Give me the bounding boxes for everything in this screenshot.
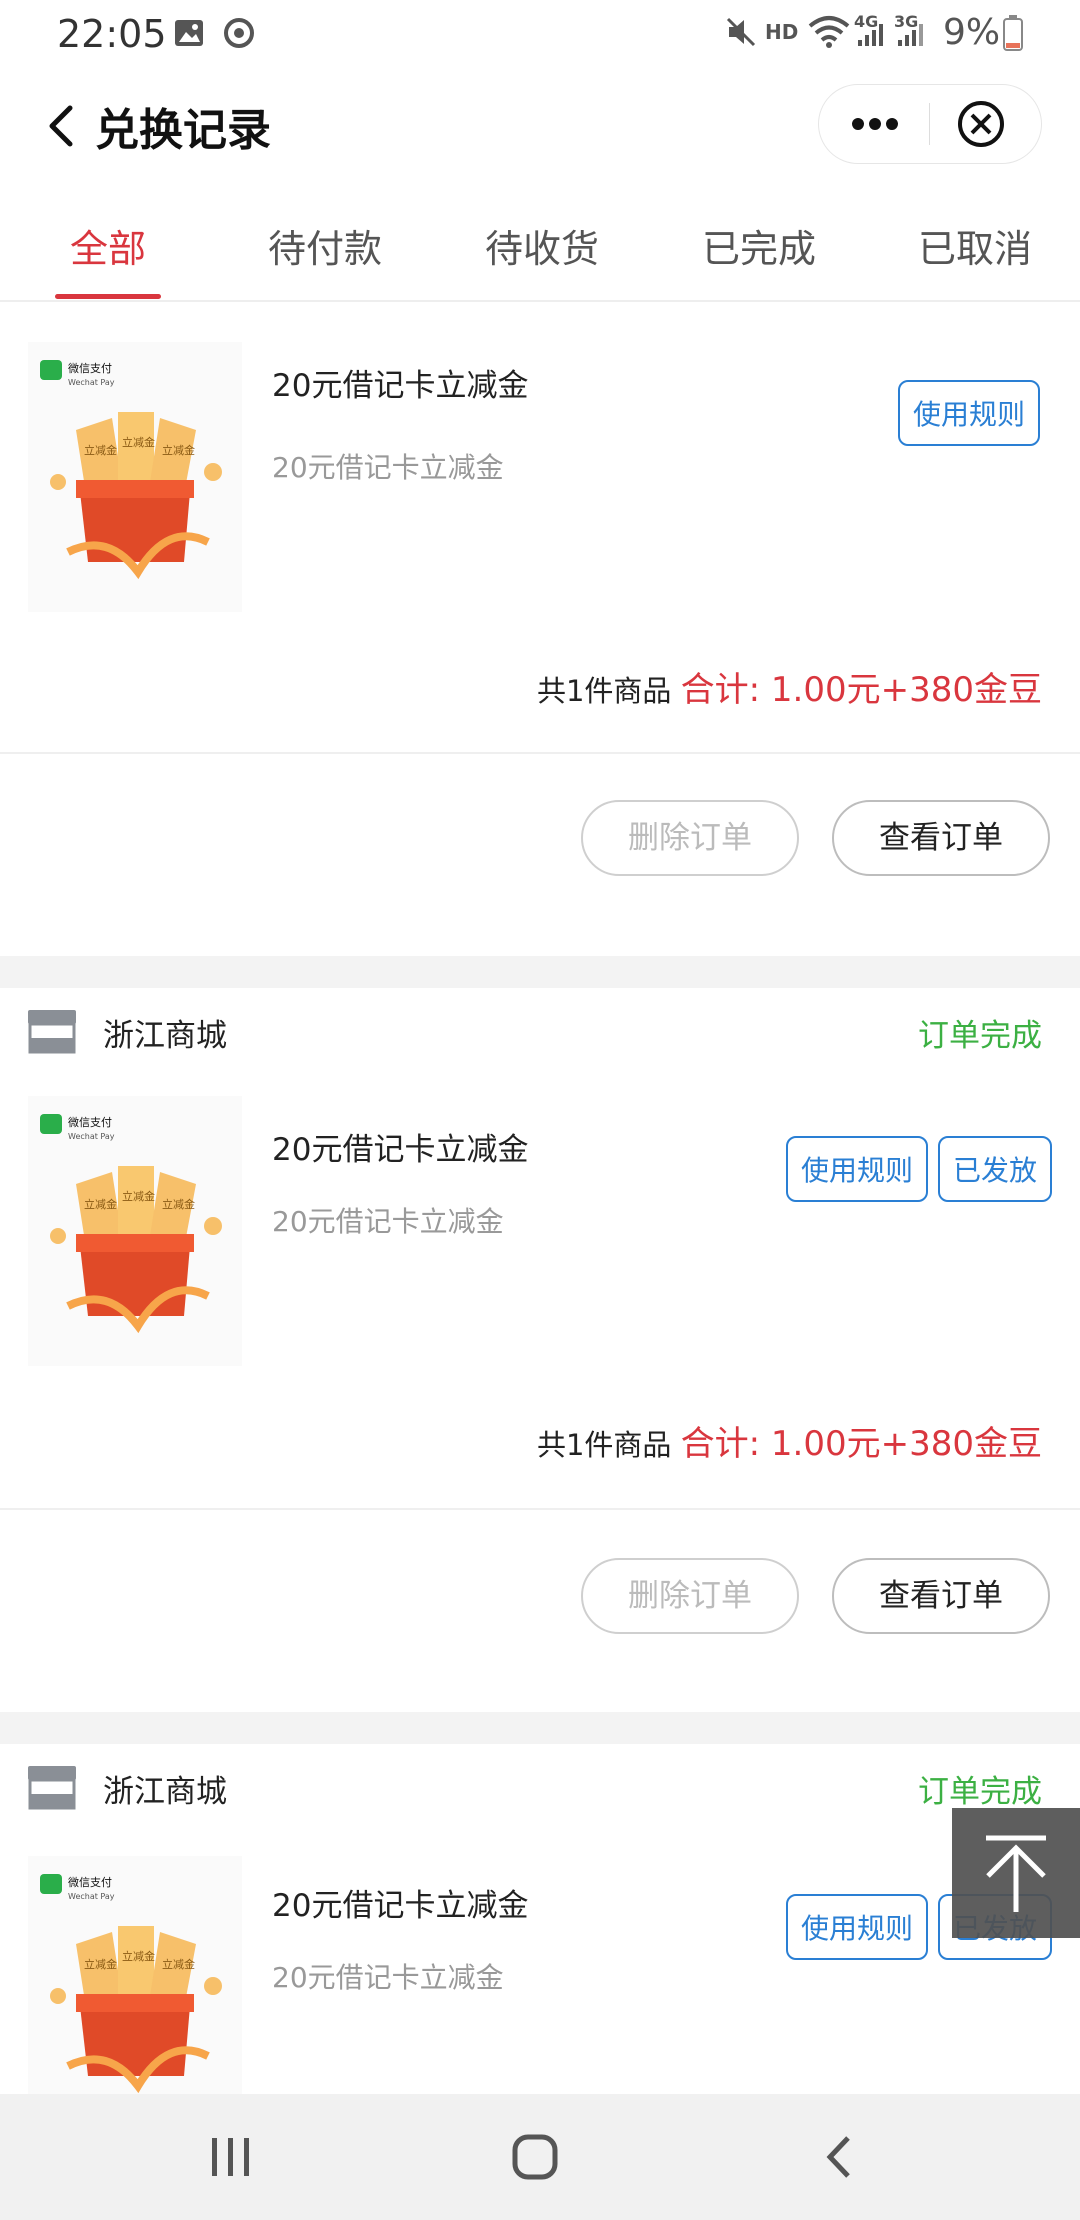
status-bar: 22:05 HD 4G 3G 9% (0, 0, 1080, 66)
store-icon (28, 1766, 76, 1810)
hd-label: HD (765, 20, 799, 44)
product-thumbnail[interactable]: 微信支付 Wechat Pay 立减金 立减金 立减金 (28, 342, 242, 612)
svg-text:微信支付: 微信支付 (68, 1875, 112, 1889)
svg-text:立减金: 立减金 (84, 443, 117, 457)
svg-text:Wechat Pay: Wechat Pay (68, 378, 115, 387)
tab-all[interactable]: 全部 (70, 218, 146, 273)
store-name: 浙江商城 (103, 1774, 227, 1810)
gift-box-image: 微信支付 Wechat Pay 立减金 立减金 立减金 (40, 1114, 222, 1334)
home-icon[interactable] (510, 2132, 560, 2182)
product-subtitle: 20元借记卡立减金 (272, 1961, 504, 1994)
svg-text:立减金: 立减金 (122, 435, 155, 449)
view-order-button[interactable]: 查看订单 (832, 1558, 1050, 1634)
product-subtitle: 20元借记卡立减金 (272, 1205, 504, 1238)
usage-rules-button[interactable]: 使用规则 (786, 1136, 928, 1202)
order-status: 订单完成 (918, 1018, 1042, 1054)
recent-apps-icon[interactable] (208, 2134, 254, 2180)
close-button[interactable] (930, 85, 1040, 163)
product-thumbnail[interactable]: 微信支付 Wechat Pay 立减金 立减金 立减金 (28, 1096, 242, 1366)
order-summary: 共1件商品 合计: 1.00元+380金豆 (537, 1416, 1042, 1465)
svg-text:微信支付: 微信支付 (68, 361, 112, 375)
svg-text:立减金: 立减金 (122, 1189, 155, 1203)
product-name: 20元借记卡立减金 (272, 368, 529, 404)
order-card: 微信支付 Wechat Pay 立减金 立减金 立减金 20元借记卡立减金 20… (0, 302, 1080, 956)
svg-text:立减金: 立减金 (162, 443, 195, 457)
delete-order-button[interactable]: 删除订单 (581, 800, 799, 876)
order-total: 合计: 1.00元+380金豆 (680, 670, 1042, 710)
svg-text:立减金: 立减金 (122, 1949, 155, 1963)
item-count: 共1件商品 (536, 1428, 672, 1462)
image-icon (175, 20, 203, 46)
back-icon[interactable] (820, 2132, 860, 2182)
svg-text:立减金: 立减金 (162, 1197, 195, 1211)
svg-text:立减金: 立减金 (84, 1957, 117, 1971)
tab-completed[interactable]: 已完成 (702, 218, 816, 273)
sync-icon (224, 18, 254, 48)
tab-pending-payment[interactable]: 待付款 (268, 218, 382, 273)
page-title: 兑换记录 (95, 105, 271, 156)
gift-box-image: 微信支付 Wechat Pay 立减金 立减金 立减金 (40, 1874, 222, 2094)
signal-icon-2 (898, 24, 923, 46)
order-status: 订单完成 (918, 1774, 1042, 1810)
view-order-button[interactable]: 查看订单 (832, 800, 1050, 876)
chevron-left-icon[interactable] (40, 96, 90, 156)
tab-pending-receipt[interactable]: 待收货 (485, 218, 599, 273)
order-card: 浙江商城 订单完成 微信支付 Wechat Pay 立减金 立减金 立减金 20… (0, 1744, 1080, 2126)
more-button[interactable] (819, 85, 929, 163)
active-tab-indicator (55, 294, 161, 299)
issued-button[interactable]: 已发放 (938, 1136, 1052, 1202)
arrow-up-to-top-icon (986, 1835, 1046, 1912)
store-name: 浙江商城 (103, 1018, 227, 1054)
svg-text:立减金: 立减金 (84, 1197, 117, 1211)
divider (0, 1508, 1080, 1510)
close-circle-icon (958, 101, 1004, 147)
svg-text:Wechat Pay: Wechat Pay (68, 1892, 115, 1901)
status-time: 22:05 (57, 12, 167, 56)
system-nav-bar (0, 2094, 1080, 2220)
order-tabs: 全部 待付款 待收货 已完成 已取消 (0, 190, 1080, 302)
usage-rules-button[interactable]: 使用规则 (786, 1894, 928, 1960)
delete-order-button[interactable]: 删除订单 (581, 1558, 799, 1634)
card-separator (0, 956, 1080, 988)
usage-rules-button[interactable]: 使用规则 (898, 380, 1040, 446)
mini-program-capsule (818, 84, 1042, 164)
battery-icon (1003, 15, 1023, 51)
nav-header: 兑换记录 (0, 66, 1080, 186)
svg-text:立减金: 立减金 (162, 1957, 195, 1971)
order-total: 合计: 1.00元+380金豆 (680, 1424, 1042, 1464)
wifi-icon (808, 16, 850, 48)
gift-box-image: 微信支付 Wechat Pay 立减金 立减金 立减金 (40, 360, 222, 580)
order-card: 浙江商城 订单完成 微信支付 Wechat Pay 立减金 立减金 立减金 20… (0, 988, 1080, 1712)
divider (0, 752, 1080, 754)
tab-cancelled[interactable]: 已取消 (918, 218, 1032, 273)
battery-percent: 9% (943, 12, 1001, 53)
order-summary: 共1件商品 合计: 1.00元+380金豆 (537, 662, 1042, 711)
mute-icon (726, 17, 756, 47)
more-dots-icon (852, 118, 898, 130)
svg-text:微信支付: 微信支付 (68, 1115, 112, 1129)
product-name: 20元借记卡立减金 (272, 1888, 529, 1924)
store-icon (28, 1010, 76, 1054)
product-subtitle: 20元借记卡立减金 (272, 451, 504, 484)
card-separator (0, 1712, 1080, 1744)
store-row: 浙江商城 订单完成 (0, 1744, 1080, 1834)
signal-icon (858, 24, 883, 46)
svg-text:Wechat Pay: Wechat Pay (68, 1132, 115, 1141)
back-to-top-button[interactable] (952, 1808, 1080, 1938)
product-name: 20元借记卡立减金 (272, 1132, 529, 1168)
product-thumbnail[interactable]: 微信支付 Wechat Pay 立减金 立减金 立减金 (28, 1856, 242, 2126)
item-count: 共1件商品 (536, 674, 672, 708)
store-row: 浙江商城 订单完成 (0, 988, 1080, 1078)
